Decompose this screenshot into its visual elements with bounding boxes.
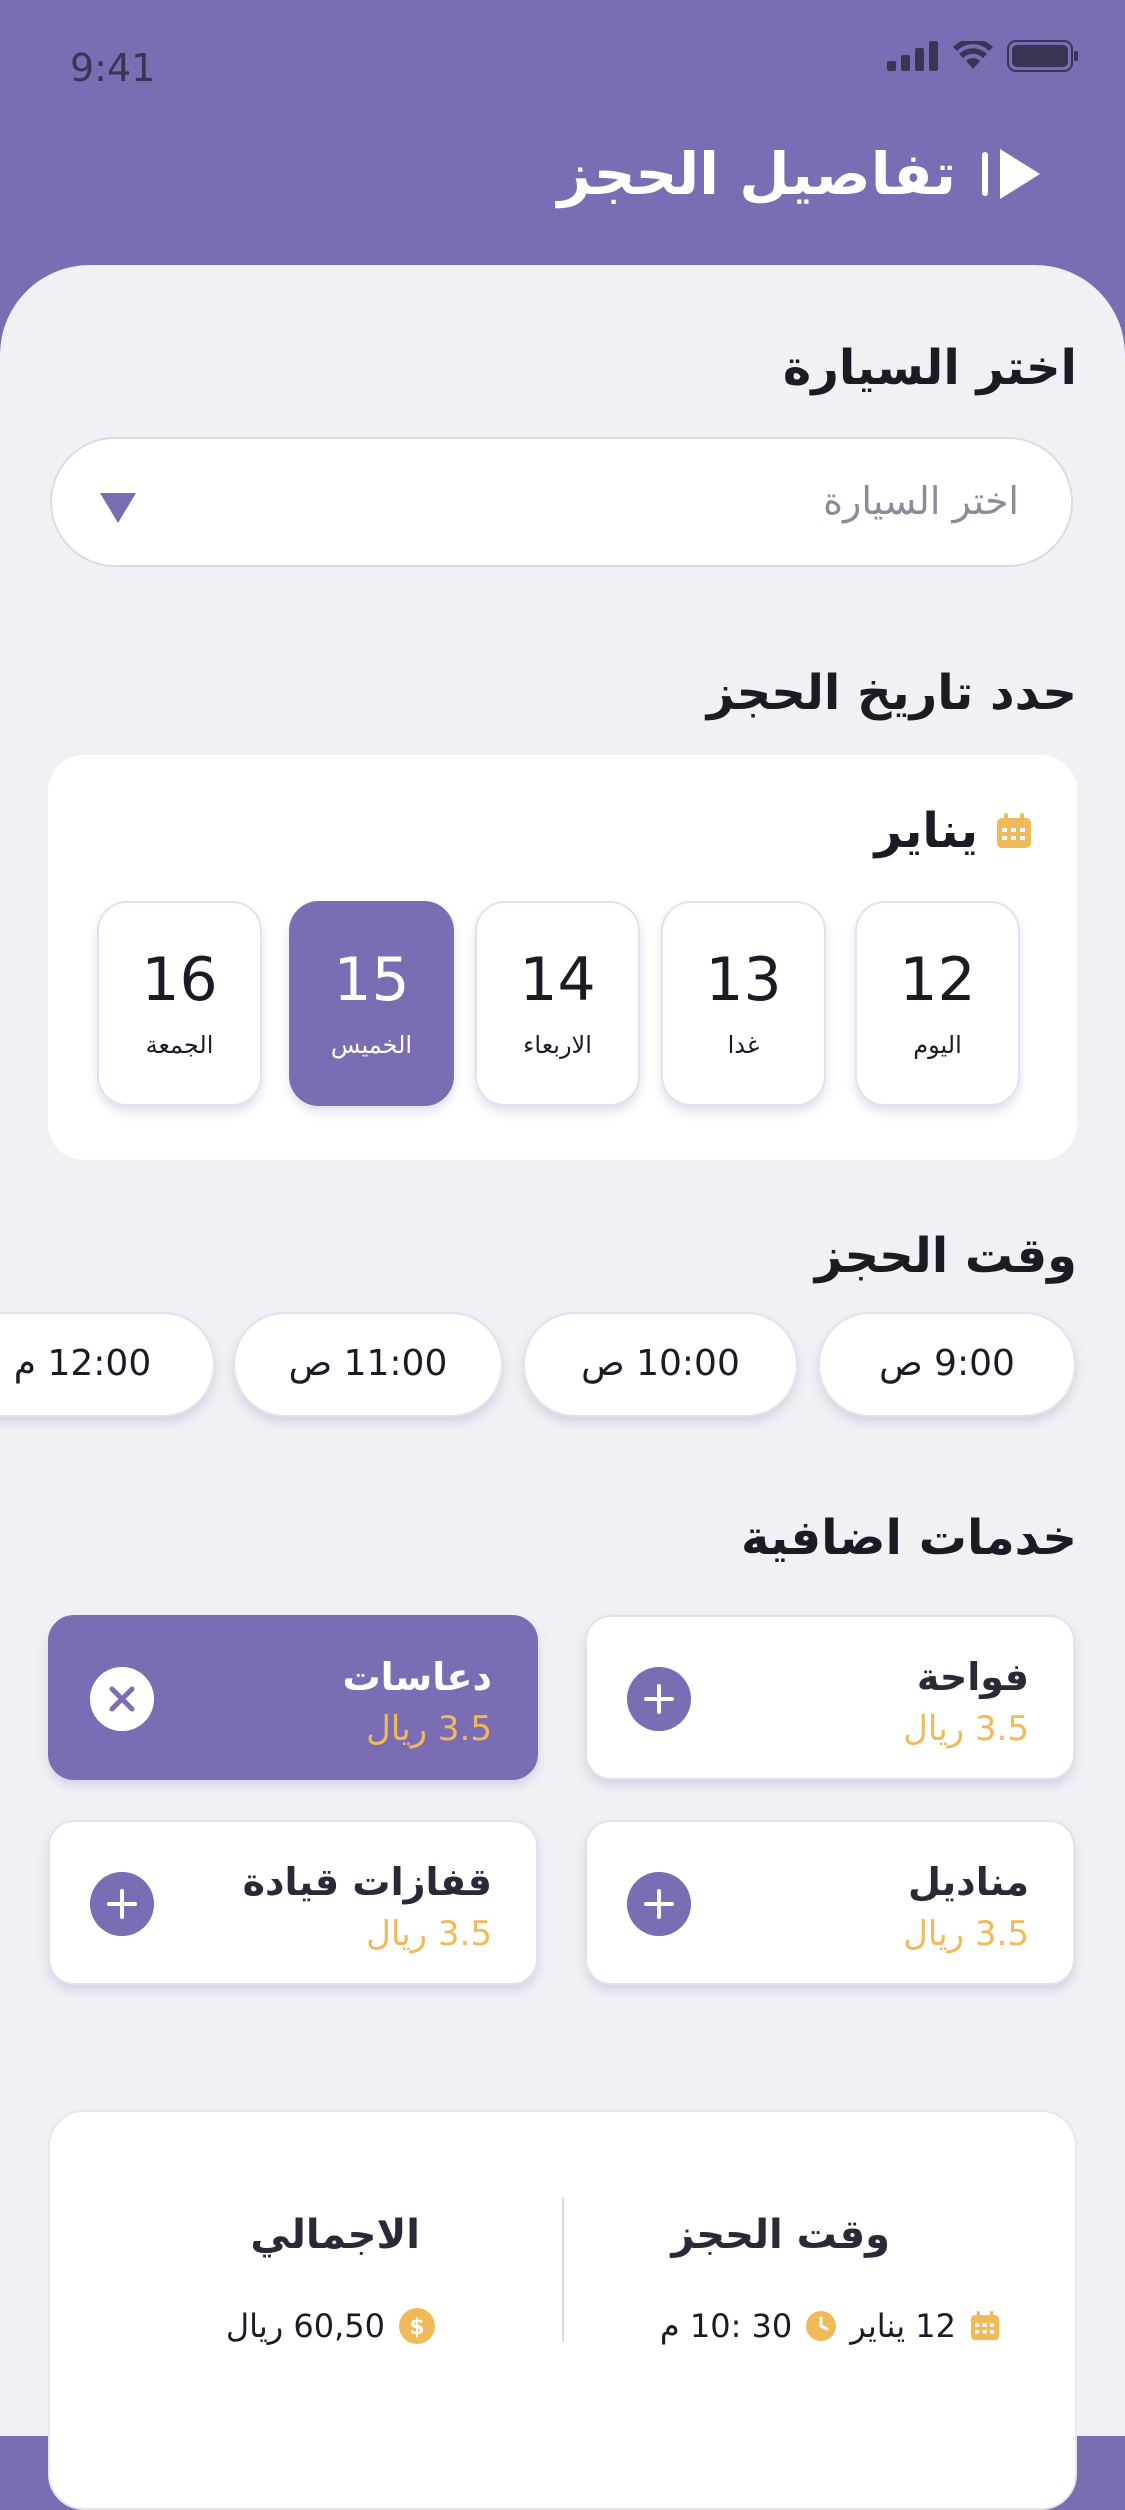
day-label: اليوم: [913, 1031, 962, 1059]
month-row: يناير: [874, 803, 1032, 859]
battery-icon: [1007, 40, 1078, 72]
page-title: تفاصيل الحجز: [557, 140, 956, 208]
signal-icon: [887, 41, 938, 71]
summary-time-title: وقت الحجز: [671, 2212, 890, 2258]
summary-total-title: الاجمالي: [250, 2212, 420, 2258]
car-select-placeholder: اختر السيارة: [823, 479, 1019, 523]
summary-date: 12 يناير: [850, 2307, 956, 2345]
status-icons: [887, 40, 1079, 72]
day-label: الخميس: [330, 1031, 413, 1059]
service-name: قفازات قيادة: [242, 1860, 492, 1904]
month-label: يناير: [874, 803, 978, 859]
time-slot[interactable]: 12:00 م: [0, 1312, 215, 1417]
summary-divider: [562, 2197, 564, 2342]
service-price: 3.5 ريال: [366, 1914, 492, 1954]
close-icon[interactable]: [90, 1667, 154, 1731]
date-section-title: حدد تاريخ الحجز: [706, 665, 1077, 721]
day-option-12[interactable]: 12 اليوم: [855, 901, 1020, 1106]
service-card-manadeel[interactable]: مناديل 3.5 ريال: [585, 1820, 1075, 1985]
clock-icon: [806, 2311, 837, 2341]
day-number: 16: [141, 945, 218, 1015]
day-option-16[interactable]: 16 الجمعة: [97, 901, 262, 1106]
date-card: يناير 12 اليوم 13 غدا 14 الاربعاء 15 الخ…: [48, 755, 1077, 1160]
car-select[interactable]: اختر السيارة: [50, 437, 1073, 567]
day-label: الاربعاء: [523, 1031, 592, 1059]
time-slot[interactable]: 10:00 ص: [523, 1312, 798, 1417]
summary-total: $ 60,50 ريال: [226, 2307, 435, 2345]
page-header: تفاصيل الحجز: [558, 140, 1040, 208]
add-icon[interactable]: [90, 1872, 154, 1936]
day-number: 13: [705, 945, 782, 1015]
summary-time: 30 :10 م: [659, 2307, 793, 2345]
time-section-title: وقت الحجز: [814, 1228, 1077, 1284]
service-name: دعاسات: [342, 1655, 492, 1699]
day-option-14[interactable]: 14 الاربعاء: [475, 901, 640, 1106]
chevron-down-icon: [100, 493, 136, 523]
service-price: 3.5 ريال: [903, 1709, 1029, 1749]
service-card-gloves[interactable]: قفازات قيادة 3.5 ريال: [48, 1820, 538, 1985]
time-slot[interactable]: 9:00 ص: [818, 1312, 1076, 1417]
day-option-13[interactable]: 13 غدا: [661, 901, 826, 1106]
status-time: 9:41: [70, 46, 156, 90]
service-price: 3.5 ريال: [903, 1914, 1029, 1954]
day-number: 14: [519, 945, 596, 1015]
summary-datetime: 12 يناير 30 :10 م: [660, 2307, 1000, 2345]
play-arrow-icon[interactable]: [982, 149, 1040, 199]
svg-text:$: $: [409, 2315, 424, 2340]
summary-total-value: 60,50 ريال: [225, 2307, 385, 2345]
day-option-15[interactable]: 15 الخميس: [289, 901, 454, 1106]
service-name: فواحة: [916, 1655, 1029, 1699]
add-icon[interactable]: [627, 1872, 691, 1936]
day-number: 12: [899, 945, 976, 1015]
service-name: مناديل: [908, 1860, 1029, 1904]
service-price: 3.5 ريال: [366, 1709, 492, 1749]
car-section-title: اختر السيارة: [782, 340, 1077, 396]
add-icon[interactable]: [627, 1667, 691, 1731]
time-slot[interactable]: 11:00 ص: [233, 1312, 503, 1417]
wifi-icon: [953, 41, 993, 69]
calendar-icon: [997, 813, 1031, 848]
day-label: الجمعة: [145, 1031, 214, 1059]
service-card-doasat[interactable]: دعاسات 3.5 ريال: [48, 1615, 538, 1780]
dollar-coin-icon: $: [399, 2308, 435, 2344]
calendar-icon: [970, 2311, 1000, 2341]
services-section-title: خدمات اضافية: [741, 1510, 1077, 1566]
day-number: 15: [333, 945, 410, 1015]
service-card-fawaha[interactable]: فواحة 3.5 ريال: [585, 1615, 1075, 1780]
day-label: غدا: [727, 1031, 760, 1059]
booking-summary: وقت الحجز 12 يناير 30 :10 م الاجمالي $ 6…: [48, 2110, 1077, 2510]
